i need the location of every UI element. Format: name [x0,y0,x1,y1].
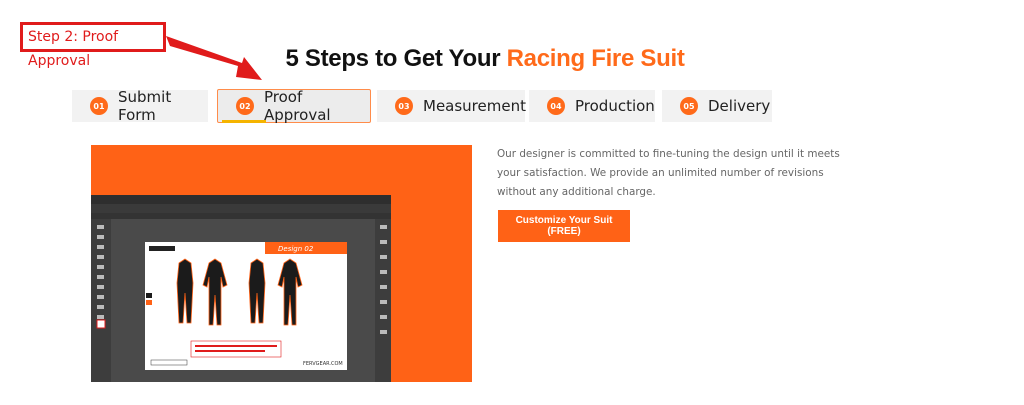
proof-approval-image: Design 02 FERVGEAR.COM [91,145,472,382]
step-number-badge: 03 [395,97,413,115]
heading-accent: Racing Fire Suit [506,45,685,72]
active-tab-indicator [222,120,266,123]
step-description: Our designer is committed to fine-tuning… [497,148,840,198]
tab-measurement[interactable]: 03 Measurement [377,90,526,122]
heading-prefix: 5 Steps to Get Your [285,45,507,72]
step-number-badge: 04 [547,97,565,115]
tab-submit-form[interactable]: 01 Submit Form [72,88,208,124]
tab-label: Submit Form [118,88,172,124]
step-number-badge: 01 [90,97,108,115]
tab-label: Production [575,97,655,115]
brand-watermark: FERVGEAR.COM [303,361,343,367]
tab-production[interactable]: 04 Production [529,90,655,122]
tab-proof-approval[interactable]: 02 Proof Approval [217,88,371,124]
customize-suit-button[interactable]: Customize Your Suit (FREE) [498,210,630,242]
section-heading: 5 Steps to Get Your Racing Fire Suit [0,45,970,73]
design-software-screenshot: Design 02 FERVGEAR.COM [91,195,391,382]
step-number-badge: 02 [236,97,254,115]
tab-label: Proof Approval [264,88,331,124]
tab-label: Measurement [423,97,526,115]
tab-delivery[interactable]: 05 Delivery [662,90,772,122]
design-label: Design 02 [278,245,314,253]
tab-label: Delivery [708,97,771,115]
step-number-badge: 05 [680,97,698,115]
